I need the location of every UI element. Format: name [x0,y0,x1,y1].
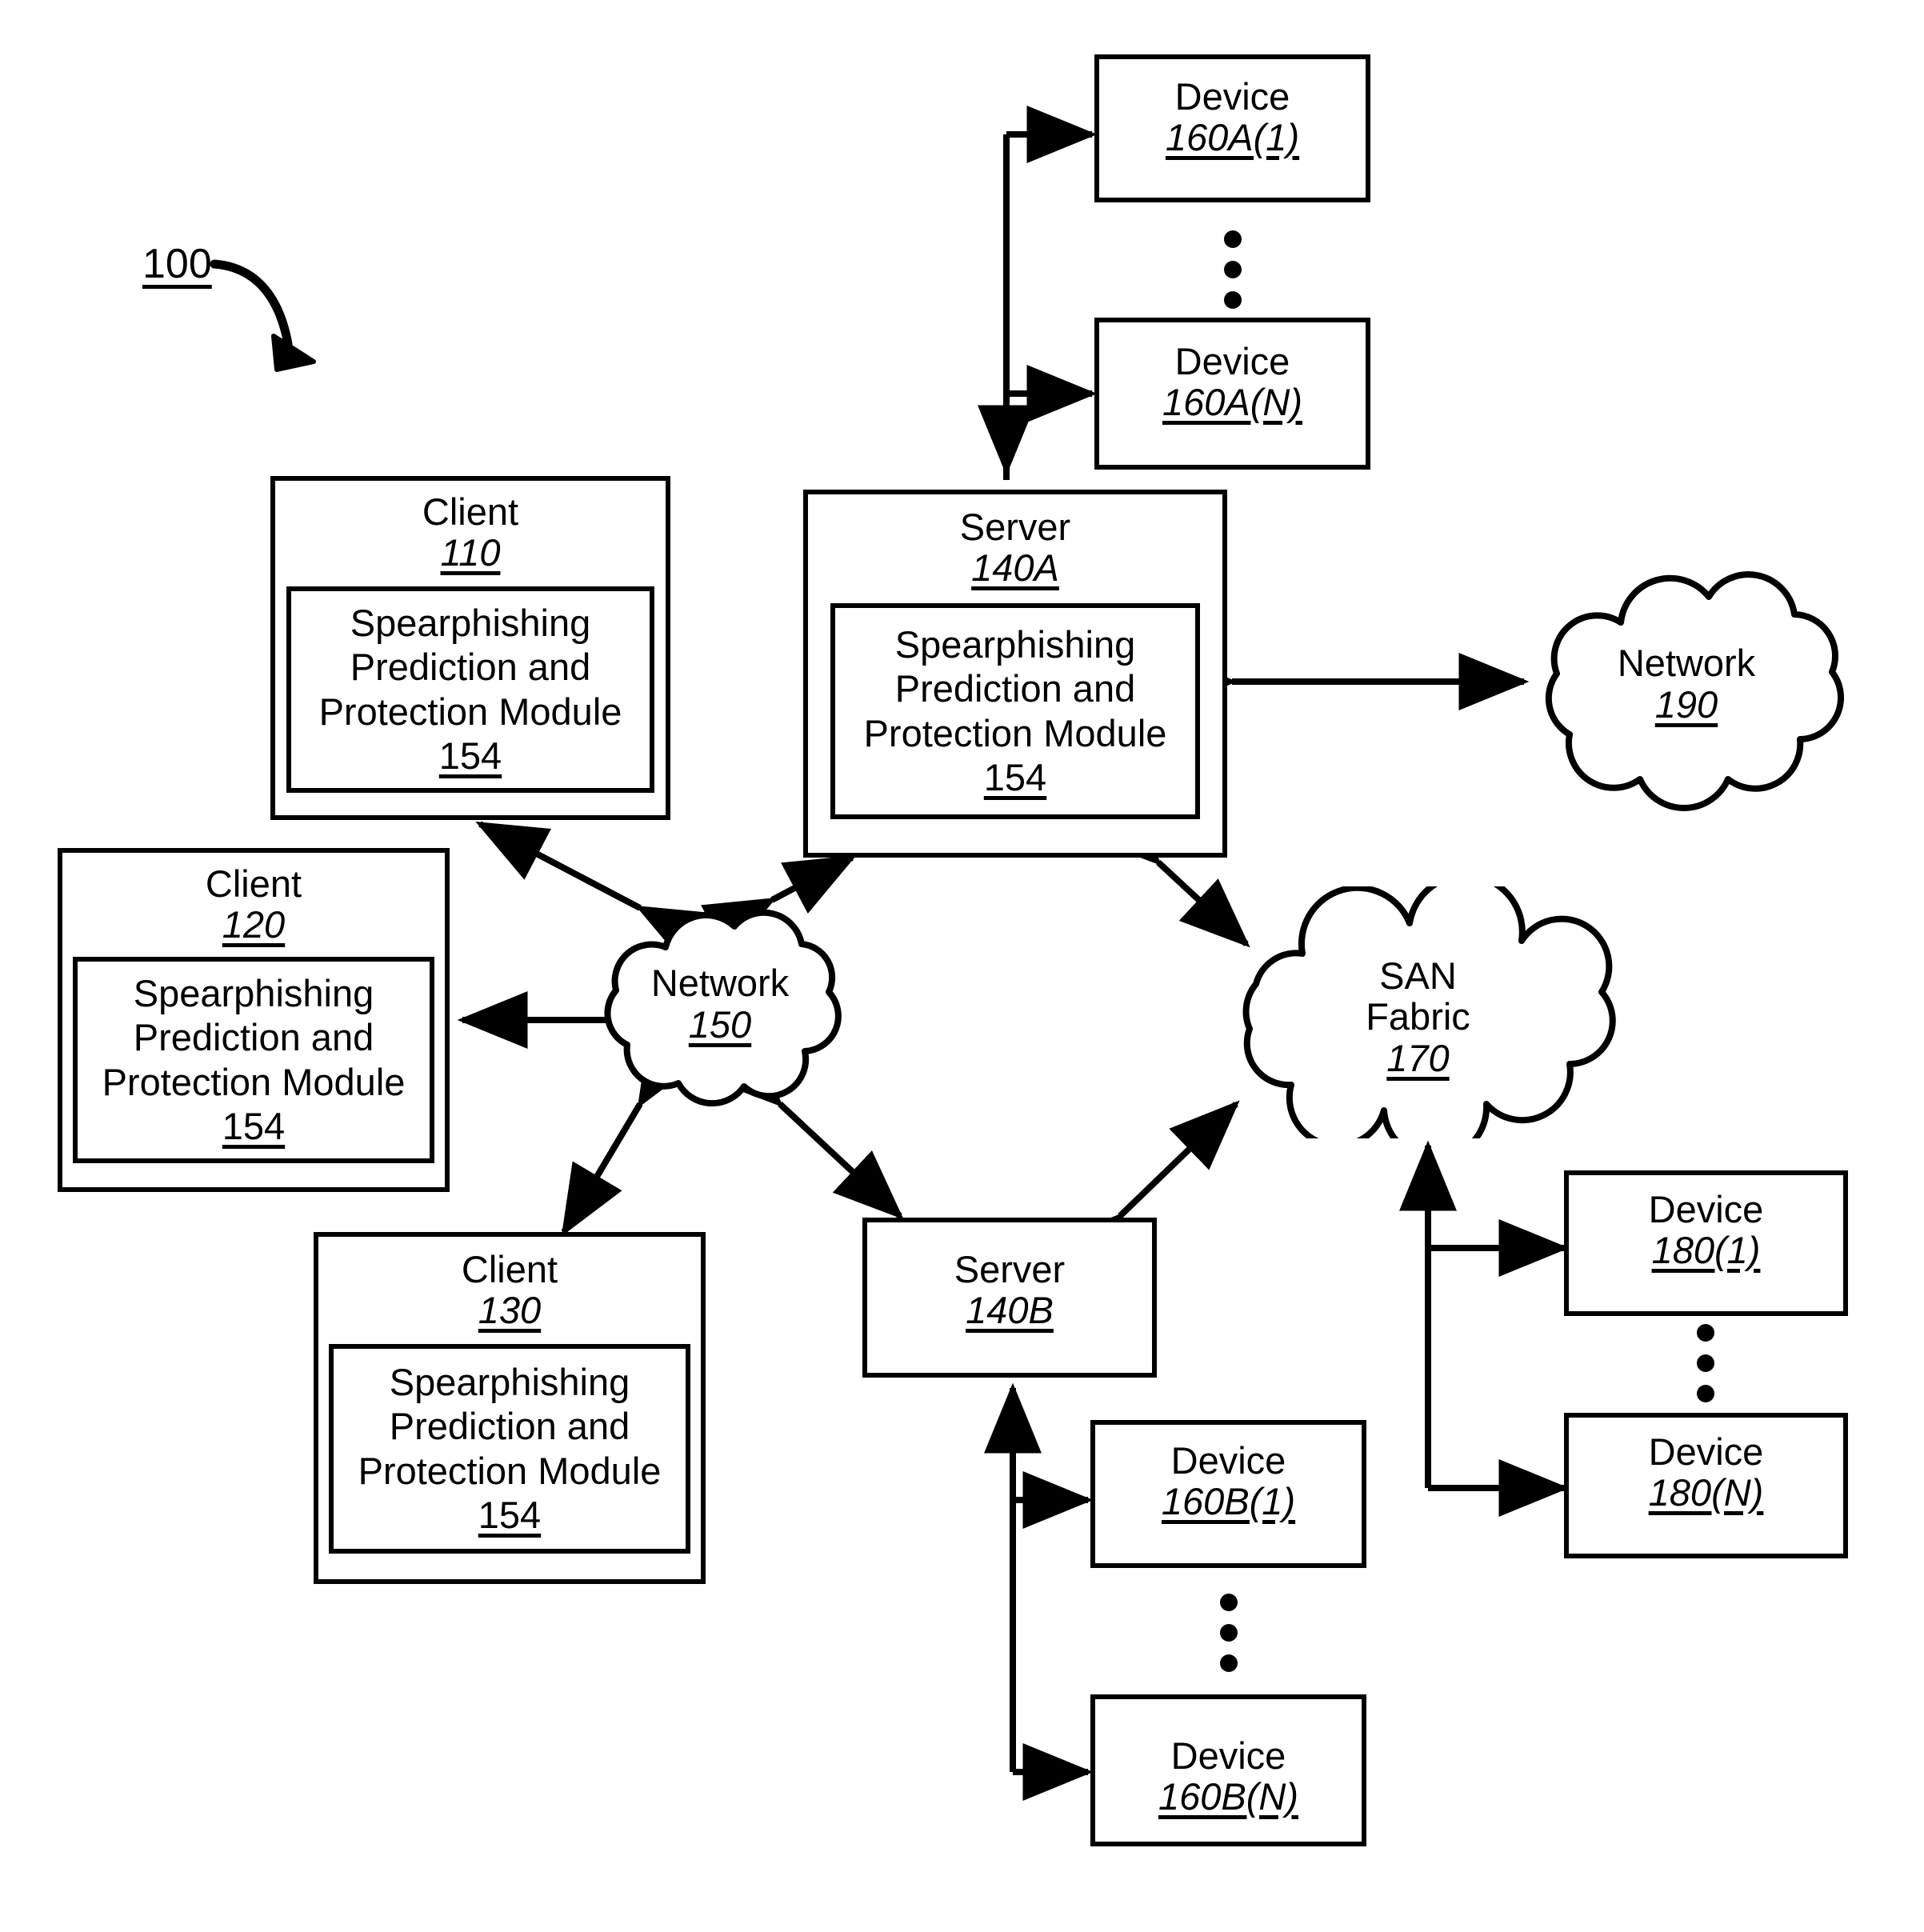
module-line-2: Prediction and [350,646,591,689]
module-spearphishing-client-110[interactable]: Spearphishing Prediction and Protection … [286,586,654,793]
network-190-cloud-shape [1545,571,1845,812]
ellipsis-dot [1224,261,1242,278]
node-device-180-N[interactable]: Device 180(N) [1564,1413,1848,1558]
module-line-3: Protection Module [318,690,622,733]
node-network-150[interactable]: Network 150 [592,888,848,1120]
server-140A-title: Server [959,506,1071,548]
module-ref-154: 154 [222,1104,286,1147]
ellipsis-dot [1220,1654,1238,1672]
node-server-140A[interactable]: Server 140A Spearphishing Prediction and… [803,490,1227,858]
ellipsis-dot [1224,230,1242,248]
node-device-160B-N[interactable]: Device 160B(N) [1090,1694,1366,1846]
ellipsis-dot [1697,1385,1714,1402]
ellipsis-devices-160A [1223,230,1242,309]
device-160A-N-title: Device [1174,340,1290,382]
device-160B-1-ref: 160B(1) [1161,1479,1296,1522]
device-160A-1-title: Device [1174,75,1290,118]
client-120-ref: 120 [222,902,286,946]
device-180-1-ref: 180(1) [1651,1228,1761,1271]
wire-network150-server140b [712,1038,904,1220]
client-110-ref: 110 [440,530,501,574]
node-client-130[interactable]: Client 130 Spearphishing Prediction and … [314,1232,706,1584]
node-client-110[interactable]: Client 110 Spearphishing Prediction and … [270,476,670,820]
client-120-title: Client [205,862,302,905]
device-160A-N-ref: 160A(N) [1162,380,1302,423]
san-fabric-170-cloud-shape [1242,886,1616,1138]
wire-network150-client130 [561,1033,698,1237]
module-line-2: Prediction and [894,667,1136,710]
device-160B-N-title: Device [1170,1734,1286,1777]
node-server-140B[interactable]: Server 140B [862,1218,1157,1378]
module-line-3: Protection Module [102,1060,406,1103]
node-device-180-1[interactable]: Device 180(1) [1564,1170,1848,1316]
device-160B-1-title: Device [1170,1439,1286,1482]
server-140B-ref: 140B [966,1288,1054,1331]
module-line-2: Prediction and [389,1405,630,1448]
node-network-190[interactable]: Network 190 [1518,552,1854,816]
module-line-3: Protection Module [358,1449,662,1492]
patent-figure-canvas: 100 Device 160A(1) Device 160A(N) Client… [0,0,1924,1932]
client-110-title: Client [422,490,519,533]
client-130-ref: 130 [478,1288,542,1331]
ellipsis-dot [1697,1354,1714,1372]
device-180-N-ref: 180(N) [1648,1470,1764,1514]
server-140B-title: Server [954,1248,1066,1290]
device-180-N-title: Device [1648,1430,1764,1473]
module-line-1: Spearphishing [350,601,591,644]
figure-leader-curve [210,259,293,349]
node-san-fabric-170[interactable]: SAN Fabric 170 [1208,886,1628,1138]
ellipsis-dot [1220,1594,1238,1611]
module-line-3: Protection Module [863,711,1167,754]
figure-number-100: 100 [142,241,212,287]
server-140A-ref: 140A [971,546,1059,589]
module-ref-154: 154 [478,1493,542,1536]
module-line-1: Spearphishing [133,971,374,1014]
node-device-160A-1[interactable]: Device 160A(1) [1094,54,1370,202]
device-160B-N-ref: 160B(N) [1158,1774,1298,1818]
module-line-1: Spearphishing [389,1360,630,1403]
device-180-1-title: Device [1648,1188,1764,1230]
figure-leader-arrowhead [271,334,316,372]
module-line-2: Prediction and [133,1016,374,1059]
ellipsis-dot [1697,1324,1714,1342]
ellipsis-dot [1220,1624,1238,1642]
module-spearphishing-client-120[interactable]: Spearphishing Prediction and Protection … [73,956,434,1163]
device-160A-1-ref: 160A(1) [1165,115,1300,158]
ellipsis-devices-180 [1696,1324,1715,1402]
module-ref-154: 154 [983,755,1047,798]
node-device-160A-N[interactable]: Device 160A(N) [1094,318,1370,470]
module-line-1: Spearphishing [894,622,1136,666]
network-150-cloud-shape [604,909,842,1107]
module-ref-154: 154 [438,734,502,777]
client-130-title: Client [461,1248,558,1290]
ellipsis-devices-160B [1219,1594,1238,1672]
ellipsis-dot [1224,291,1242,309]
module-spearphishing-server-140A[interactable]: Spearphishing Prediction and Protection … [830,602,1200,819]
node-device-160B-1[interactable]: Device 160B(1) [1090,1420,1366,1568]
module-spearphishing-client-130[interactable]: Spearphishing Prediction and Protection … [329,1343,690,1554]
node-client-120[interactable]: Client 120 Spearphishing Prediction and … [58,848,450,1192]
